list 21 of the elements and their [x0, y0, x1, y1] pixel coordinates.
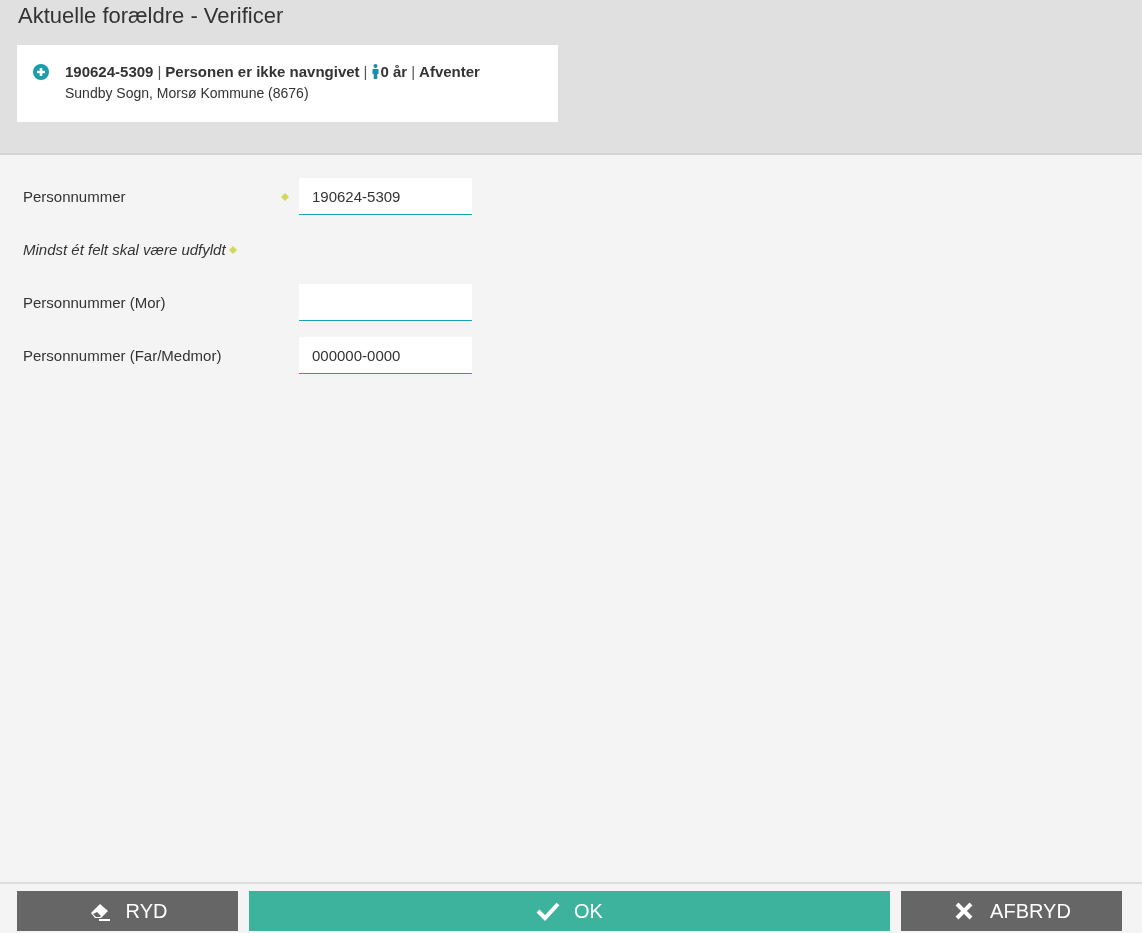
hint-text: Mindst ét felt skal være udfyldt [23, 241, 226, 258]
field-label: Personnummer (Far/Medmor) [23, 347, 223, 364]
separator: | [411, 63, 416, 80]
field-label: Personnummer (Mor) [23, 294, 167, 311]
plus-icon[interactable] [33, 64, 49, 80]
page-title: Aktuelle forældre - Verificer [17, 2, 285, 30]
separator: | [363, 63, 368, 80]
person-info: Afventer [419, 63, 480, 80]
check-icon [536, 900, 561, 922]
person-icon [371, 64, 379, 79]
separator: | [157, 63, 162, 80]
input-field[interactable] [299, 284, 472, 321]
location-text: Sundby Sogn, Morsø Kommune (8676) [65, 85, 310, 101]
eraser-button[interactable]: RYD [17, 891, 238, 931]
cross-button[interactable]: AFBRYD [901, 891, 1122, 931]
field-label: Personnummer [23, 188, 127, 205]
input-field[interactable]: 190624-5309 [299, 178, 472, 215]
person-info: 190624-5309 [65, 63, 154, 80]
age-text: 0 år [380, 63, 408, 80]
input-field[interactable]: 000000-0000 [299, 337, 472, 374]
person-info: Personen er ikke navngivet [165, 63, 360, 80]
